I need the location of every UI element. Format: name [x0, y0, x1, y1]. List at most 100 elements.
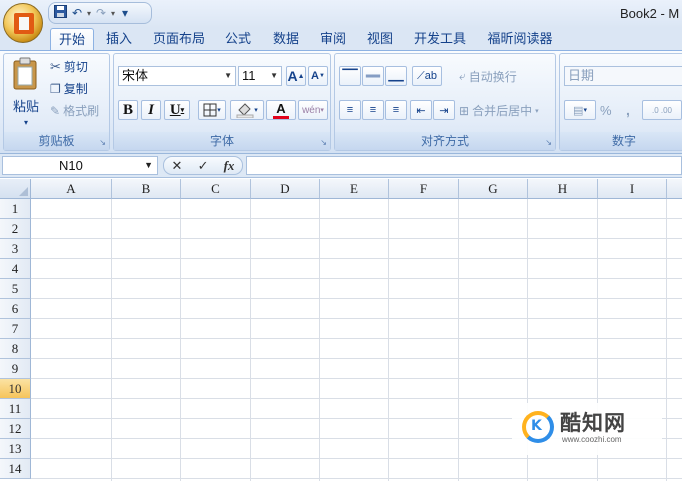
name-box[interactable]: N10 ▼ [2, 156, 158, 175]
borders-button[interactable]: ▾ [198, 100, 226, 120]
column-header-g[interactable]: G [459, 179, 528, 199]
dialog-launcher-icon[interactable]: ↘ [545, 138, 552, 147]
save-icon[interactable] [53, 4, 67, 22]
row-header[interactable]: 12 [0, 419, 31, 439]
row-header[interactable]: 13 [0, 439, 31, 459]
tab-formulas[interactable]: 公式 [218, 28, 258, 50]
column-header-f[interactable]: F [389, 179, 459, 199]
tab-data[interactable]: 数据 [265, 28, 307, 50]
percent-style-button[interactable]: % [600, 103, 612, 118]
column-header-c[interactable]: C [181, 179, 251, 199]
accounting-format-button[interactable]: ▤ ▾ [564, 100, 596, 120]
number-format-select[interactable]: 日期 [564, 66, 682, 86]
tab-home[interactable]: 开始 [50, 28, 94, 50]
formula-input[interactable] [246, 156, 682, 175]
wrap-text-icon: ⤶ [459, 69, 466, 83]
row-header[interactable]: 6 [0, 299, 31, 319]
column-header-b[interactable]: B [112, 179, 181, 199]
align-middle-button[interactable]: ══ [362, 66, 384, 86]
row-header[interactable]: 8 [0, 339, 31, 359]
align-left-icon: ≡ [346, 104, 354, 116]
column-gridline [388, 199, 389, 481]
font-size-select[interactable]: 11 ▼ [238, 66, 282, 86]
copy-button[interactable]: ❐ 复制 [50, 80, 88, 97]
dialog-launcher-icon[interactable]: ↘ [320, 138, 327, 147]
cancel-icon[interactable]: ✕ [172, 158, 183, 174]
row-header[interactable]: 7 [0, 319, 31, 339]
increase-indent-button[interactable]: ⇥ [433, 100, 455, 120]
align-top-button[interactable]: ▔▔ [339, 66, 361, 86]
dialog-launcher-icon[interactable]: ↘ [99, 138, 106, 147]
wrap-text-button[interactable]: ⤶ 自动换行 [459, 68, 517, 85]
fill-color-button[interactable]: ▾ [230, 100, 264, 120]
redo-dropdown-icon[interactable]: ▾ [111, 9, 115, 18]
column-header-partial[interactable] [667, 179, 682, 199]
shrink-font-button[interactable]: A ▼ [308, 66, 328, 86]
alignment-group-title: 对齐方式 [335, 132, 555, 150]
tab-page-layout[interactable]: 页面布局 [145, 28, 213, 50]
row-header[interactable]: 11 [0, 399, 31, 419]
select-all-button[interactable] [0, 179, 31, 199]
align-center-button[interactable]: ≡ [362, 100, 384, 120]
format-painter-button[interactable]: ✎ 格式刷 [50, 102, 99, 119]
chevron-down-icon: ▾ [535, 107, 539, 115]
paste-dropdown-icon: ▾ [23, 118, 28, 127]
font-color-button[interactable]: A [266, 100, 296, 120]
decrease-indent-button[interactable]: ⇤ [410, 100, 432, 120]
increase-indent-icon: ⇥ [439, 104, 449, 117]
tab-insert[interactable]: 插入 [100, 28, 138, 50]
bold-button[interactable]: B [118, 100, 138, 120]
title-bar: ↶ ▾ ↷ ▾ ▾ Book2 - M [0, 0, 682, 28]
row-header-selected[interactable]: 10 [0, 379, 31, 399]
cut-button[interactable]: ✂ 剪切 [50, 58, 88, 75]
number-format-value: 日期 [568, 68, 595, 83]
undo-dropdown-icon[interactable]: ▾ [87, 9, 91, 18]
row-header[interactable]: 2 [0, 219, 31, 239]
align-right-button[interactable]: ≡ [385, 100, 407, 120]
tab-developer[interactable]: 开发工具 [406, 28, 474, 50]
increase-decimal-button[interactable]: .0 .00 [642, 100, 682, 120]
customize-qat-icon[interactable]: ▾ [118, 5, 132, 21]
align-bottom-button[interactable]: ▁▁ [385, 66, 407, 86]
column-header-a[interactable]: A [31, 179, 112, 199]
column-header-i[interactable]: I [598, 179, 667, 199]
phonetic-button[interactable]: wén ▾ [298, 100, 328, 120]
tab-review[interactable]: 审阅 [313, 28, 353, 50]
currency-icon: ▤ [573, 104, 584, 117]
column-header-d[interactable]: D [251, 179, 320, 199]
italic-button[interactable]: I [141, 100, 161, 120]
merge-center-button[interactable]: ⊞ 合并后居中 ▾ [459, 102, 539, 119]
insert-function-icon[interactable]: fx [224, 158, 235, 174]
row-header[interactable]: 3 [0, 239, 31, 259]
tab-foxit-reader[interactable]: 福昕阅读器 [480, 28, 560, 50]
align-top-icon: ▔▔ [342, 70, 358, 81]
align-bottom-icon: ▁▁ [388, 70, 404, 82]
quick-access-toolbar: ↶ ▾ ↷ ▾ ▾ [48, 2, 152, 24]
row-header[interactable]: 5 [0, 279, 31, 299]
row-header[interactable]: 9 [0, 359, 31, 379]
chevron-down-icon[interactable]: ▼ [144, 157, 153, 174]
redo-icon[interactable]: ↷ [94, 5, 108, 21]
undo-icon[interactable]: ↶ [70, 5, 84, 21]
row-header[interactable]: 4 [0, 259, 31, 279]
tab-view[interactable]: 视图 [360, 28, 400, 50]
percent-label: % [600, 103, 612, 118]
font-color-label: A [276, 100, 286, 116]
grow-font-button[interactable]: A ▲ [286, 66, 306, 86]
office-button[interactable] [3, 3, 43, 43]
comma-style-button[interactable]: , [626, 102, 630, 118]
copy-icon: ❐ [50, 81, 61, 96]
paste-button[interactable]: 粘贴 ▾ [8, 57, 44, 129]
font-name-select[interactable]: 宋体 ▼ [118, 66, 236, 86]
column-header-h[interactable]: H [528, 179, 598, 199]
align-left-button[interactable]: ≡ [339, 100, 361, 120]
font-color-swatch [273, 115, 289, 119]
enter-icon[interactable]: ✓ [198, 158, 209, 174]
column-header-e[interactable]: E [320, 179, 389, 199]
underline-button[interactable]: U ▾ [164, 100, 190, 120]
wrap-text-label: 自动换行 [468, 70, 517, 84]
row-header[interactable]: 14 [0, 459, 31, 479]
row-header[interactable]: 1 [0, 199, 31, 219]
shrink-font-label: A [311, 70, 319, 82]
orientation-button[interactable]: ⟋ab [412, 66, 442, 86]
